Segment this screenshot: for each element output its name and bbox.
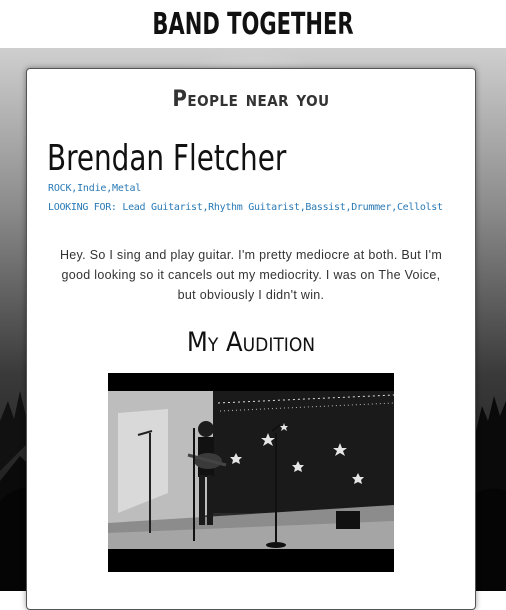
section-title: People near you: [172, 87, 330, 112]
profile-card: People near you Brendan Fletcher ROCK,In…: [26, 68, 476, 610]
audition-video-frame: [108, 373, 395, 572]
profile-genres: ROCK,Indie,Metal: [48, 183, 142, 194]
profile-name: Brendan Fletcher: [47, 138, 287, 179]
audition-title: My Audition: [186, 327, 316, 358]
profile-bio: Hey. So I sing and play guitar. I'm pret…: [59, 248, 443, 302]
top-bar: BAND TOGETHER: [0, 0, 506, 48]
app-title[interactable]: BAND TOGETHER: [152, 7, 353, 43]
looking-for: LOOKING FOR: Lead Guitarist,Rhythm Guita…: [48, 202, 443, 213]
audition-video[interactable]: [108, 373, 395, 572]
